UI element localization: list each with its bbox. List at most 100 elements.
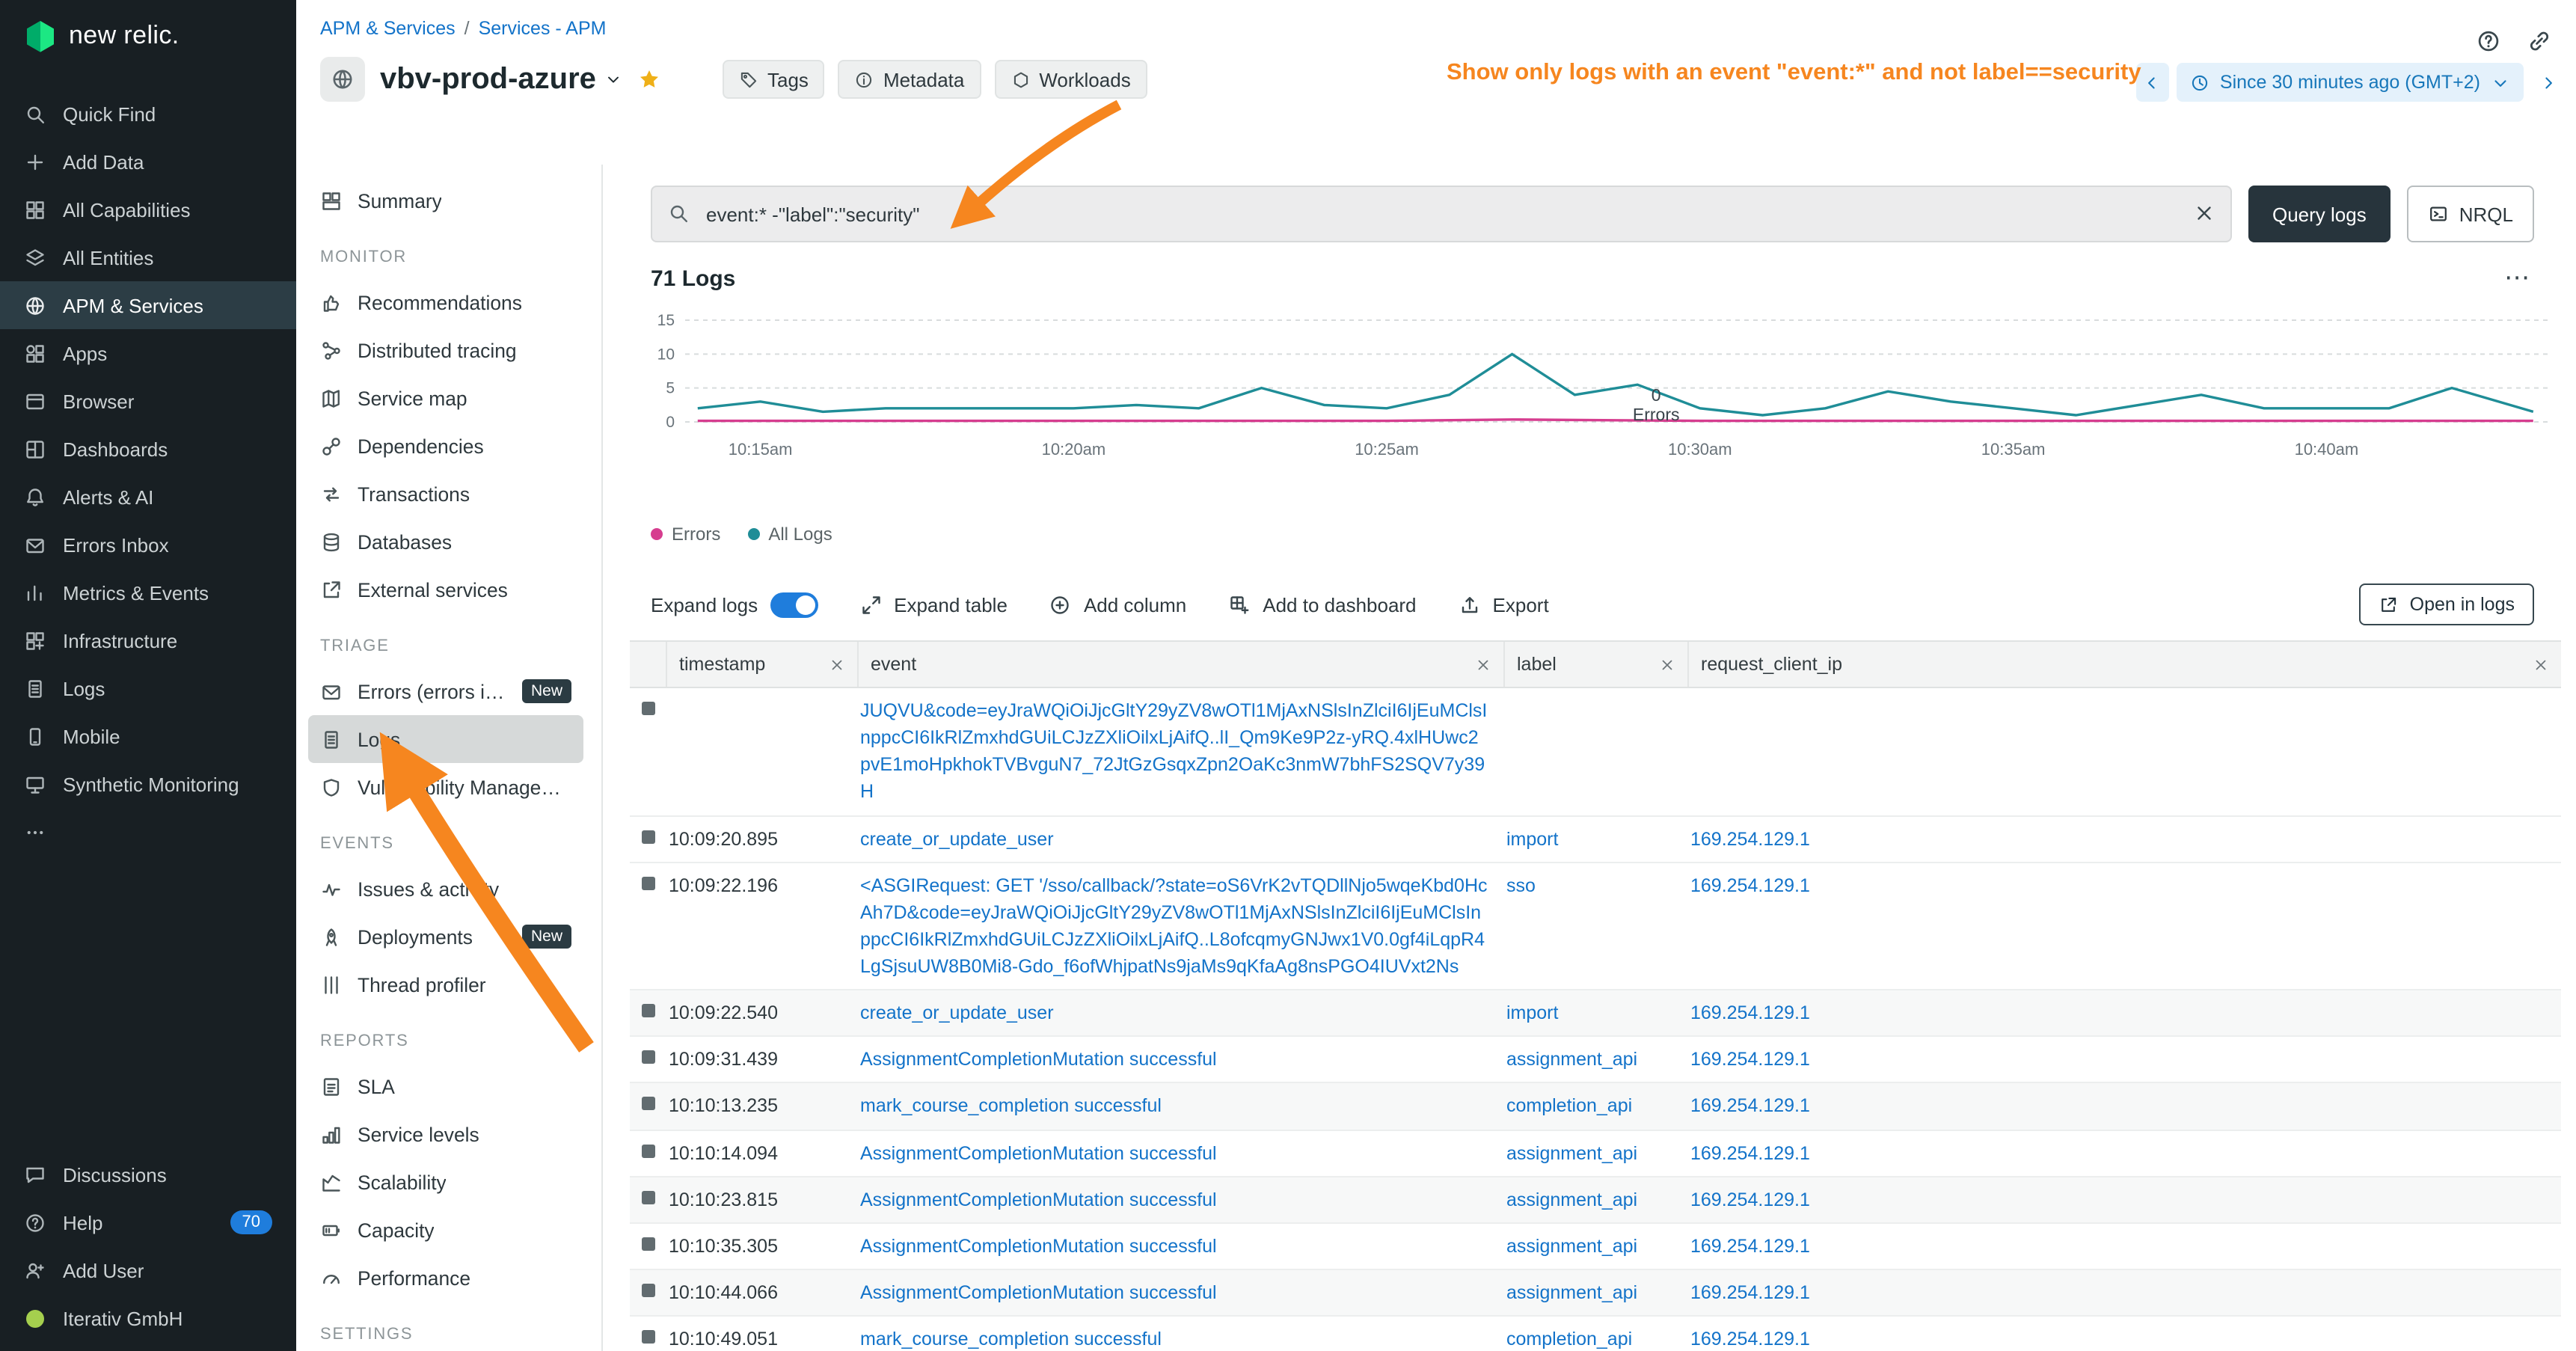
log-label-link[interactable]: assignment_api [1503,1224,1687,1269]
log-client-ip-link[interactable]: 169.254.129.1 [1687,1317,2561,1351]
log-row[interactable]: 10:09:22.540 create_or_update_user impor… [630,990,2561,1037]
expand-table-button[interactable]: Expand table [859,593,1008,616]
log-event-link[interactable]: JUQVU&code=eyJraWQiOiJjcGltY29yZV8wOTl1M… [857,688,1503,815]
log-label-link[interactable] [1503,688,1687,706]
global-nav-item[interactable]: Browser [0,377,296,425]
query-logs-button[interactable]: Query logs [2248,186,2391,242]
entity-nav-item[interactable]: Dependencies [308,422,583,470]
global-nav-item[interactable]: All Capabilities [0,186,296,233]
entity-nav-item[interactable]: Capacity [308,1206,583,1254]
log-event-link[interactable]: <ASGIRequest: GET '/sso/callback/?state=… [857,863,1503,989]
entity-nav-item[interactable]: Thread profiler [308,961,583,1008]
breadcrumb-services-apm[interactable]: Services - APM [479,18,607,39]
log-event-link[interactable]: AssignmentCompletionMutation successful [857,1177,1503,1222]
entity-nav-item[interactable]: External services [308,566,583,613]
log-event-link[interactable]: create_or_update_user [857,816,1503,861]
log-query-input[interactable] [651,186,2232,242]
entity-nav-item[interactable]: Scalability [308,1158,583,1206]
add-column-button[interactable]: Add column [1049,593,1186,616]
log-label-link[interactable]: completion_api [1503,1317,1687,1351]
log-client-ip-link[interactable]: 169.254.129.1 [1687,1177,2561,1222]
log-row-checkbox[interactable] [642,1004,655,1017]
entity-nav-item[interactable]: Deployments New [308,913,583,961]
time-forward-button[interactable] [2531,63,2564,102]
global-nav-item[interactable]: Logs [0,664,296,712]
add-to-dashboard-button[interactable]: Add to dashboard [1228,593,1416,616]
log-row[interactable]: 10:10:23.815 AssignmentCompletionMutatio… [630,1177,2561,1223]
global-nav-item[interactable]: All Entities [0,233,296,281]
remove-column-icon[interactable] [829,656,845,673]
column-header[interactable]: timestamp [666,642,857,687]
nrql-button[interactable]: NRQL [2407,186,2534,242]
log-label-link[interactable]: assignment_api [1503,1270,1687,1315]
column-header[interactable]: label [1503,642,1687,687]
log-row[interactable]: 10:10:35.305 AssignmentCompletionMutatio… [630,1224,2561,1270]
log-label-link[interactable]: sso [1503,863,1687,907]
new-relic-logo[interactable]: new relic. [0,0,296,72]
log-client-ip-link[interactable]: 169.254.129.1 [1687,1270,2561,1315]
export-button[interactable]: Export [1459,593,1549,616]
legend-item[interactable]: Errors [651,524,720,545]
log-event-link[interactable]: AssignmentCompletionMutation successful [857,1130,1503,1175]
legend-item[interactable]: All Logs [747,524,832,545]
log-row-checkbox[interactable] [642,1330,655,1344]
entity-nav-item[interactable]: Service map [308,374,583,422]
global-nav-item[interactable]: Quick Find [0,90,296,138]
log-row-checkbox[interactable] [642,876,655,889]
log-row-checkbox[interactable] [642,1051,655,1064]
entity-nav-item[interactable]: Transactions [308,470,583,518]
remove-column-icon[interactable] [1475,656,1491,673]
log-event-link[interactable]: AssignmentCompletionMutation successful [857,1270,1503,1315]
global-nav-item[interactable]: Synthetic Monitoring [0,760,296,808]
breadcrumb-apm-services[interactable]: APM & Services [320,18,456,39]
column-header[interactable]: request_client_ip [1687,642,2561,687]
log-client-ip-link[interactable]: 169.254.129.1 [1687,863,2561,907]
log-client-ip-link[interactable]: 169.254.129.1 [1687,1130,2561,1175]
log-row-checkbox[interactable] [642,1097,655,1111]
log-client-ip-link[interactable]: 169.254.129.1 [1687,1084,2561,1129]
global-nav-item[interactable]: Mobile [0,712,296,760]
log-event-link[interactable]: create_or_update_user [857,990,1503,1035]
log-row[interactable]: 10:10:14.094 AssignmentCompletionMutatio… [630,1130,2561,1177]
log-label-link[interactable]: import [1503,816,1687,861]
log-event-link[interactable]: mark_course_completion successful [857,1084,1503,1129]
global-nav-item[interactable]: Infrastructure [0,616,296,664]
entity-nav-item[interactable]: SLA [308,1062,583,1110]
help-button[interactable] [2468,21,2507,60]
global-nav-item[interactable]: Add Data [0,138,296,186]
log-row[interactable]: 10:09:22.196 <ASGIRequest: GET '/sso/cal… [630,863,2561,990]
log-row-checkbox[interactable] [642,1237,655,1251]
log-row[interactable]: 10:09:31.439 AssignmentCompletionMutatio… [630,1038,2561,1084]
remove-column-icon[interactable] [2533,656,2549,673]
remove-column-icon[interactable] [1659,656,1675,673]
log-row[interactable]: 10:10:44.066 AssignmentCompletionMutatio… [630,1270,2561,1317]
copy-link-button[interactable] [2519,21,2558,60]
entity-nav-item[interactable]: Summary [308,177,583,224]
favorite-star-icon[interactable] [638,67,662,91]
entity-nav-item[interactable]: Performance [308,1254,583,1302]
entity-nav-item[interactable]: Service levels [308,1110,583,1158]
open-in-logs-button[interactable]: Open in logs [2359,583,2534,625]
chart-more-menu[interactable]: ⋯ [2504,263,2531,293]
global-nav-footer-item[interactable]: Help 70 [0,1198,296,1246]
entity-nav-item[interactable]: Distributed tracing [308,326,583,374]
log-row[interactable]: JUQVU&code=eyJraWQiOiJjcGltY29yZV8wOTl1M… [630,688,2561,816]
entity-action-button[interactable]: Tags [723,60,825,99]
column-header[interactable]: event [857,642,1503,687]
log-event-link[interactable]: AssignmentCompletionMutation successful [857,1224,1503,1269]
global-nav-item[interactable]: Apps [0,329,296,377]
log-row-checkbox[interactable] [642,1284,655,1297]
entity-nav-item[interactable]: Vulnerability Management [308,763,583,811]
global-nav-footer-item[interactable]: Add User [0,1246,296,1294]
clear-query-icon[interactable] [2193,202,2215,224]
entity-nav-item[interactable]: Logs [308,715,583,763]
global-nav-footer-item[interactable]: Iterativ GmbH [0,1294,296,1342]
global-nav-item[interactable] [0,808,296,856]
log-row-checkbox[interactable] [642,1190,655,1204]
entity-nav-item[interactable]: Databases [308,518,583,566]
log-event-link[interactable]: mark_course_completion successful [857,1317,1503,1351]
entity-action-button[interactable]: Workloads [994,60,1147,99]
log-label-link[interactable]: import [1503,990,1687,1035]
log-client-ip-link[interactable]: 169.254.129.1 [1687,1038,2561,1082]
global-nav-item[interactable]: APM & Services [0,281,296,329]
